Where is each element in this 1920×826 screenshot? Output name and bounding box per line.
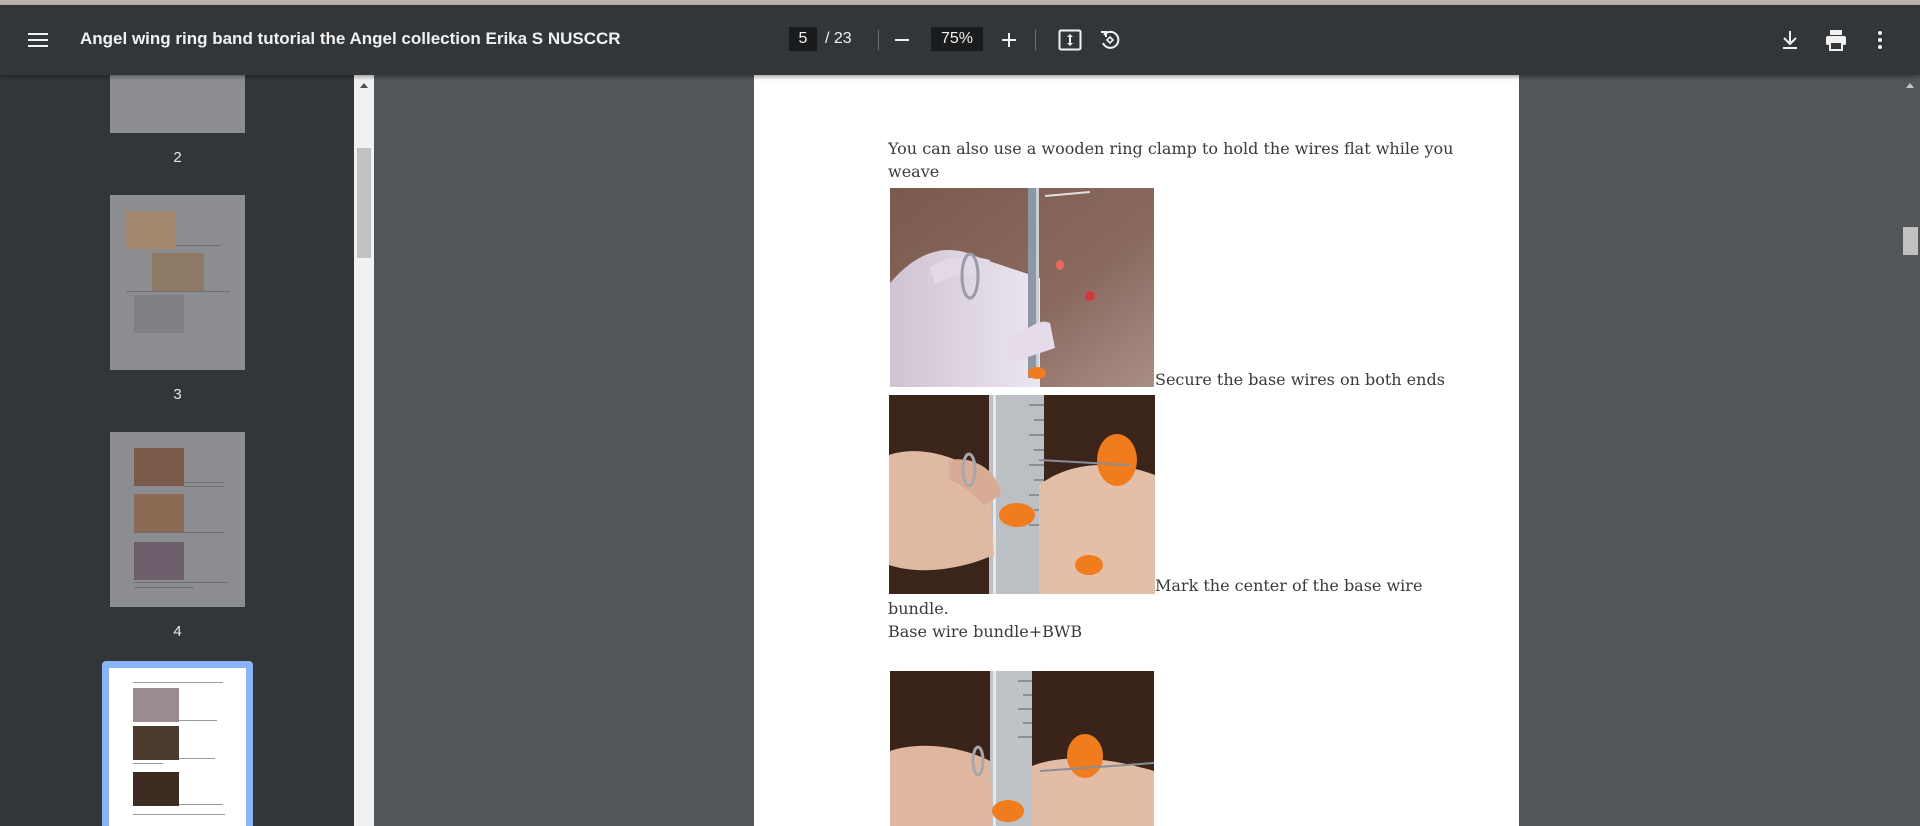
photo-caption: bundle. [888,599,949,618]
pdf-page: You can also use a wooden ring clamp to … [754,75,1519,826]
fit-page-icon[interactable] [1058,29,1082,51]
thumbnail-image [133,688,179,722]
thumbnail-text-line [184,482,224,483]
thumbnail-image [134,448,184,486]
tutorial-photo [890,188,1154,387]
thumbnail-page-2[interactable] [110,75,245,133]
thumbnail-image [134,295,184,333]
document-scrollbar-thumb[interactable] [1903,227,1918,255]
tutorial-photo [890,671,1154,826]
photo-caption: Base wire bundle+BWB [888,622,1083,641]
document-title: Angel wing ring band tutorial the Angel … [80,29,621,48]
thumbnail-page-3[interactable] [110,195,245,370]
thumbnail-image [126,211,176,249]
thumbnail-text-line [133,763,163,764]
thumbnail-image [133,772,179,806]
thumbnail-page-4[interactable] [110,432,245,607]
print-icon[interactable] [1824,28,1848,52]
scroll-up-arrow-icon[interactable] [358,81,370,89]
thumbnail-text-line [184,486,224,487]
thumbnail-image [152,253,204,291]
thumbnail-label: 3 [173,386,182,403]
thumbnail-image [134,494,184,532]
photo-caption: Secure the base wires on both ends [1155,370,1445,389]
thumbnail-page-5[interactable] [109,668,246,826]
thumbnail-text-line [134,582,228,583]
thumbnail-text-line [134,587,194,588]
sidebar-scrollbar-thumb[interactable] [357,148,371,258]
menu-icon[interactable] [24,28,54,52]
more-vert-icon[interactable] [1872,30,1888,50]
thumbnail-label: 4 [173,623,182,640]
page-number-input[interactable]: 5 [789,27,817,51]
tutorial-photo [889,395,1155,594]
thumbnail-image [134,542,184,580]
thumbnail-text-line [133,814,225,815]
thumbnail-label: 2 [173,149,182,166]
thumbnail-image [133,726,179,760]
thumbnail-text-line [126,291,230,292]
thumbnail-text-line [179,758,215,759]
plus-icon[interactable] [1000,31,1018,49]
thumbnail-text-line [133,682,223,683]
toolbar-divider [878,30,879,50]
thumbnail-sidebar: 2 3 4 [0,75,354,826]
minus-icon[interactable] [893,31,911,49]
download-icon[interactable] [1780,29,1800,51]
photo-caption: Mark the center of the base wire [1155,576,1423,595]
scroll-up-arrow-icon[interactable] [1904,81,1916,89]
pdf-toolbar: Angel wing ring band tutorial the Angel … [0,5,1920,75]
toolbar-divider [1035,30,1036,50]
thumbnail-text-line [179,804,223,805]
thumbnail-text-line [134,532,224,533]
rotate-icon[interactable] [1098,28,1122,52]
page-total: / 23 [825,30,852,47]
page-text-line: You can also use a wooden ring clamp to … [888,139,1454,158]
zoom-level-input[interactable]: 75% [931,27,983,51]
thumbnail-text-line [176,245,221,246]
page-text-line: weave [888,162,940,181]
thumbnail-text-line [179,720,217,721]
